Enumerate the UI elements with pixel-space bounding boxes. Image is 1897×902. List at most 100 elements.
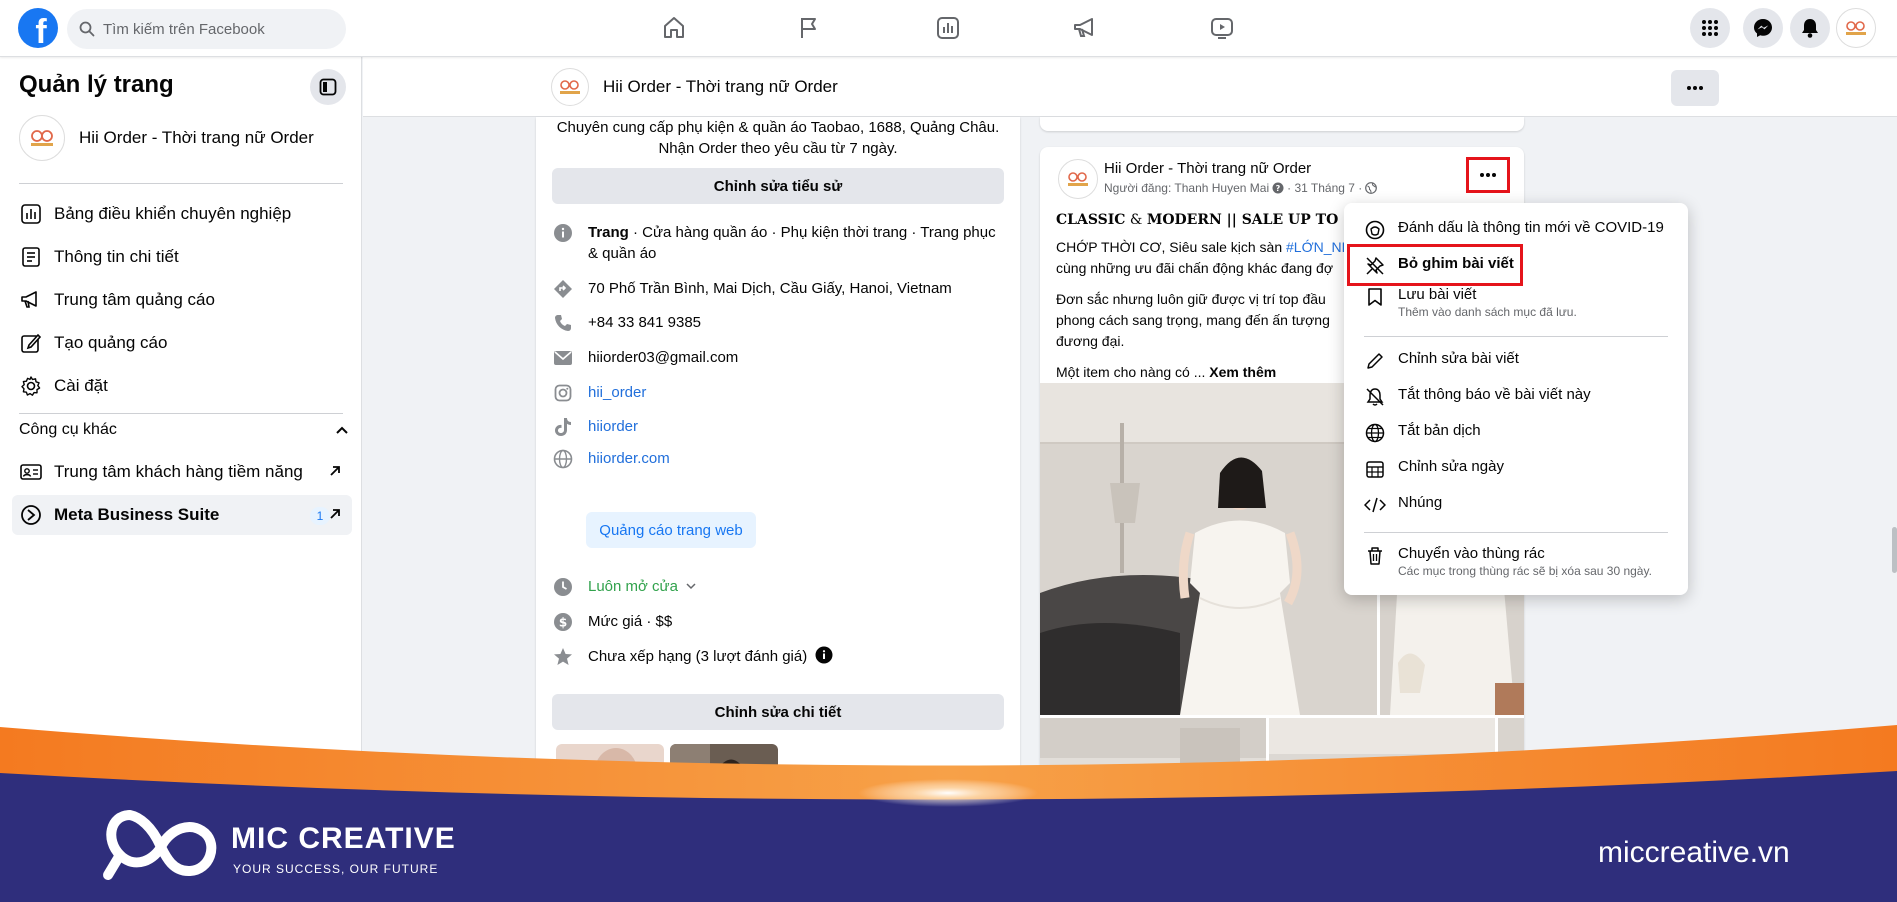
menu-item-move-to-trash[interactable]: Chuyển vào thùng rác Các mục trong thùng … — [1352, 545, 1680, 578]
sidebar-item-label: Bảng điều khiển chuyên nghiệp — [54, 204, 292, 223]
post-more-options-button[interactable] — [1466, 157, 1510, 193]
ads-megaphone-icon[interactable] — [1067, 12, 1103, 44]
code-icon — [1364, 494, 1386, 516]
sidebar-item-label: Thông tin chi tiết — [54, 247, 179, 266]
menu-separator — [1364, 336, 1668, 337]
phone-icon — [552, 312, 574, 334]
video-icon[interactable] — [1204, 12, 1240, 44]
hashtag-link[interactable]: #LỚN_NH — [1286, 239, 1352, 255]
sidebar-item-insights[interactable]: Thông tin chi tiết — [12, 237, 352, 277]
rating-row: Chưa xếp hạng (3 lượt đánh giá) — [552, 646, 1004, 668]
post-date[interactable]: · 31 Tháng 7 · — [1287, 181, 1362, 195]
sidebar-item-professional-dashboard[interactable]: Bảng điều khiển chuyên nghiệp — [12, 194, 352, 234]
menu-item-label: Nhúng — [1398, 494, 1443, 511]
external-link-icon — [330, 466, 340, 476]
hours-row[interactable]: Luôn mở cửa — [552, 576, 1004, 598]
covid-mark-icon — [1364, 219, 1386, 241]
other-tools-section-header[interactable]: Công cụ khác — [19, 421, 349, 439]
tiktok-icon — [552, 416, 574, 438]
section-title: Công cụ khác — [19, 421, 117, 438]
menu-item-save-post[interactable]: Lưu bài viết Thêm vào danh sách mục đã lư… — [1352, 286, 1680, 319]
post-author-name[interactable]: Hii Order - Thời trang nữ Order — [1104, 160, 1311, 177]
page-more-options-button[interactable] — [1671, 70, 1719, 106]
brand-tagline: YOUR SUCCESS, OUR FUTURE — [233, 862, 439, 876]
paragraph-2: Đơn sắc nhưng luôn giữ được vị trí top đ… — [1056, 291, 1330, 349]
star-icon — [552, 646, 574, 668]
menu-item-sublabel: Các mục trong thùng rác sẽ bị xóa sau 30… — [1398, 564, 1652, 578]
phone-text: +84 33 841 9385 — [588, 314, 702, 331]
website-row: hiiorder.com — [552, 448, 1004, 470]
post-author-avatar[interactable] — [1058, 159, 1098, 199]
website-link[interactable]: hiiorder.com — [588, 448, 670, 469]
page-logo-icon — [1846, 21, 1866, 35]
current-page-row[interactable]: Hii Order - Thời trang nữ Order — [19, 115, 314, 161]
info-icon — [552, 222, 574, 244]
menu-item-edit-date[interactable]: Chỉnh sửa ngày — [1352, 458, 1680, 480]
sidebar-item-label: Trung tâm khách hàng tiềm năng — [54, 462, 303, 481]
email-text: hiiorder03@gmail.com — [588, 349, 739, 366]
post-published-by: Người đăng: Thanh Huyen Mai — [1104, 181, 1270, 195]
home-icon[interactable] — [656, 12, 692, 44]
line-2-text: CHỚP THỜI CƠ, Siêu sale kịch sàn — [1056, 239, 1287, 255]
tiktok-link[interactable]: hiiorder — [588, 416, 638, 437]
sidebar-item-meta-business-suite[interactable]: Meta Business Suite 1 — [12, 495, 352, 535]
rating-text: Chưa xếp hạng (3 lượt đánh giá) — [588, 648, 808, 665]
edit-bio-button[interactable]: Chỉnh sửa tiểu sử — [552, 168, 1004, 204]
insights-chart-icon[interactable] — [930, 12, 966, 44]
page-header-bar: Hii Order - Thời trang nữ Order — [363, 57, 1897, 117]
category-list: · Cửa hàng quần áo · Phụ kiện thời trang… — [588, 224, 996, 262]
instagram-link[interactable]: hii_order — [588, 382, 646, 403]
page-bio: Chuyên cung cấp phụ kiện & quần áo Taoba… — [556, 119, 1000, 157]
flag-icon[interactable] — [791, 12, 827, 44]
sidebar-item-settings[interactable]: Cài đặt — [12, 366, 352, 406]
category-type: Trang — [588, 224, 629, 241]
question-icon[interactable]: ? — [1272, 182, 1284, 194]
info-icon[interactable] — [815, 646, 833, 664]
menu-item-sublabel: Thêm vào danh sách mục đã lưu. — [1398, 305, 1577, 319]
headline-ampersand: & — [1125, 212, 1147, 228]
menu-item-mark-covid-info[interactable]: Đánh dấu là thông tin mới về COVID-19 — [1352, 219, 1680, 241]
directions-icon — [552, 278, 574, 300]
page-scrollbar[interactable] — [1892, 527, 1897, 573]
more-dots-icon — [1687, 86, 1703, 90]
menu-item-turn-off-translation[interactable]: Tắt bản dịch — [1352, 422, 1680, 444]
page-logo-icon — [31, 130, 53, 146]
email-icon — [552, 347, 574, 369]
menu-item-edit-post[interactable]: Chỉnh sửa bài viết — [1352, 350, 1680, 372]
menu-item-embed[interactable]: Nhúng — [1352, 494, 1680, 516]
line-3-text: cùng những ưu đãi chấn động khác đang đợ — [1056, 260, 1334, 276]
svg-text:$: $ — [559, 616, 567, 630]
menu-grid-icon[interactable] — [1690, 8, 1730, 48]
brand-name: MIC CREATIVE — [231, 822, 456, 855]
insights-icon — [18, 244, 44, 270]
trash-icon — [1364, 545, 1386, 567]
menu-item-label: Lưu bài viết — [1398, 286, 1477, 303]
menu-item-turn-off-notifications[interactable]: Tắt thông báo về bài viết này — [1352, 386, 1680, 408]
collapse-sidebar-button[interactable] — [310, 69, 346, 105]
search-box[interactable] — [67, 9, 346, 49]
notifications-bell-icon[interactable] — [1790, 8, 1830, 48]
page-avatar[interactable] — [551, 68, 589, 106]
address-text: 70 Phố Trần Bình, Mai Dịch, Cầu Giấy, Ha… — [588, 280, 952, 297]
search-input[interactable] — [103, 20, 323, 38]
price-text: Mức giá · $$ — [588, 613, 673, 630]
post-photo[interactable] — [1040, 383, 1377, 715]
sidebar-divider — [19, 183, 343, 184]
public-globe-icon — [1365, 182, 1378, 194]
instagram-row: hii_order — [552, 382, 1004, 404]
calendar-icon — [1364, 458, 1386, 480]
sidebar-item-create-ad[interactable]: Tạo quảng cáo — [12, 323, 352, 363]
sidebar-item-leads-center[interactable]: Trung tâm khách hàng tiềm năng — [12, 452, 352, 492]
edit-icon — [18, 330, 44, 356]
header-page-name: Hii Order - Thời trang nữ Order — [603, 77, 838, 96]
sidebar-item-ad-center[interactable]: Trung tâm quảng cáo — [12, 280, 352, 320]
external-link-icon — [330, 509, 340, 519]
sidebar-item-label: Trung tâm quảng cáo — [54, 290, 215, 309]
messenger-icon[interactable] — [1743, 8, 1783, 48]
see-more-link[interactable]: Xem thêm — [1209, 364, 1276, 380]
account-avatar[interactable] — [1836, 8, 1876, 48]
promote-website-button[interactable]: Quảng cáo trang web — [586, 512, 756, 548]
sidebar-item-label: Tạo quảng cáo — [54, 333, 168, 352]
intro-card: Chuyên cung cấp phụ kiện & quần áo Taoba… — [536, 117, 1020, 834]
facebook-logo-icon[interactable]: f — [18, 8, 58, 48]
